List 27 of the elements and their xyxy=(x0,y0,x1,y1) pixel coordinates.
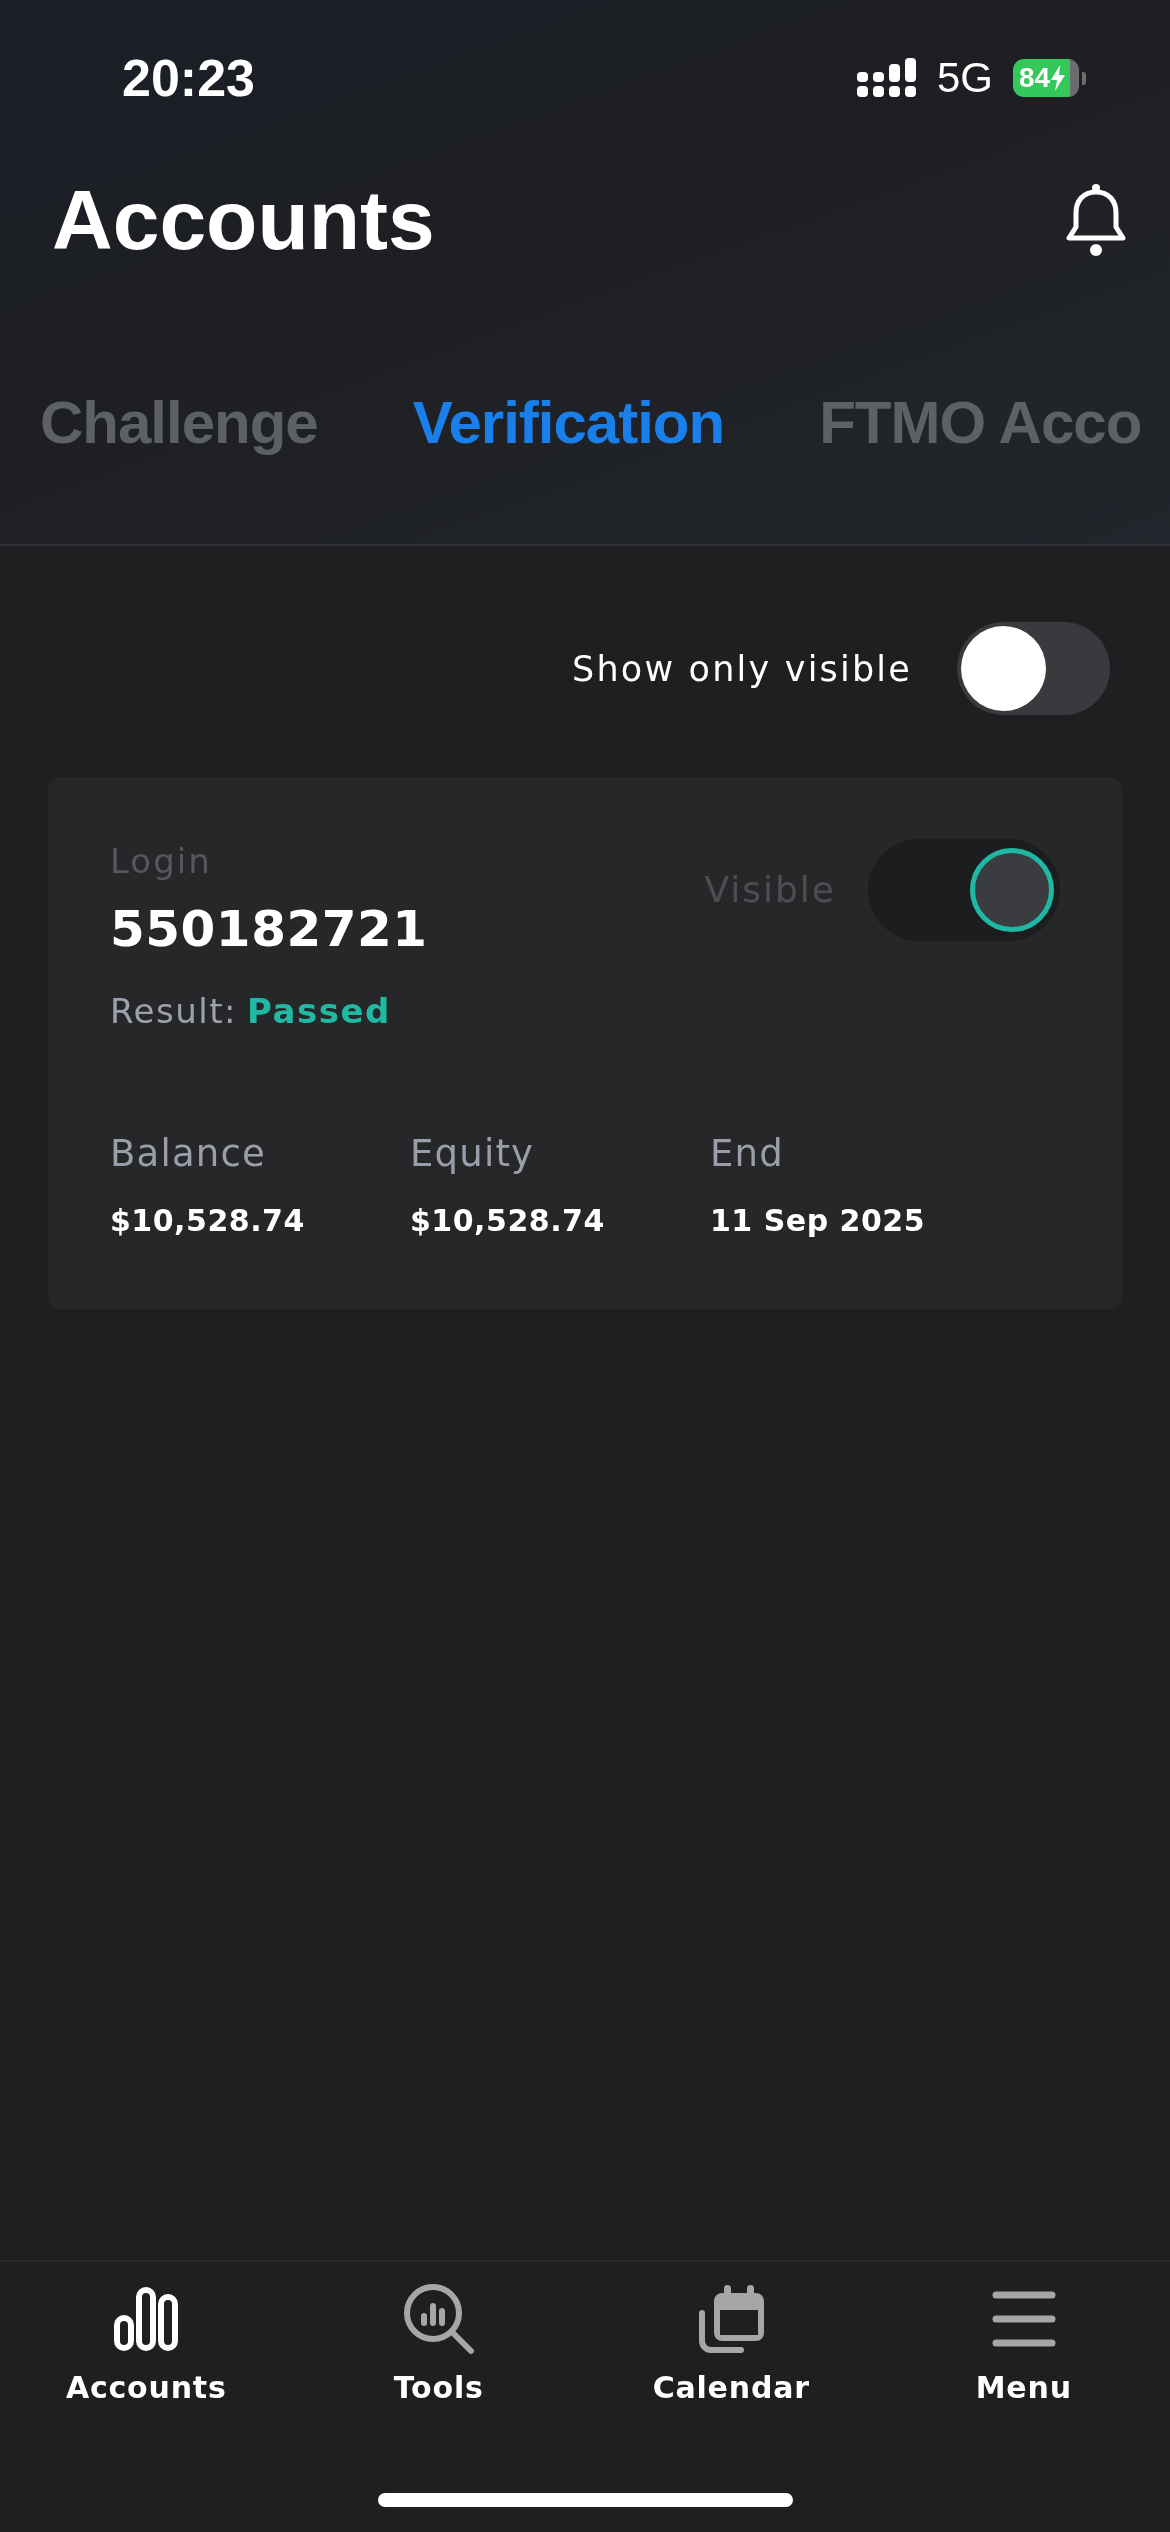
status-time: 20:23 xyxy=(122,52,255,104)
filter-label: Show only visible xyxy=(572,647,912,691)
stat-label: End xyxy=(710,1131,785,1177)
signal-icon xyxy=(856,58,917,98)
tab[interactable]: Verification xyxy=(412,388,725,458)
stat-value: 11 Sep 2025 xyxy=(710,1202,927,1240)
stat-value: $10,528.74 xyxy=(410,1202,606,1240)
result-label: Result: xyxy=(110,990,237,1033)
network-type: 5G xyxy=(936,57,993,99)
nav-tab[interactable]: Calendar xyxy=(652,2283,810,2408)
stat-value: $10,528.74 xyxy=(110,1202,306,1240)
page-title: Accounts xyxy=(52,173,435,267)
battery-percent: 84 xyxy=(1019,64,1051,92)
login-number: 550182721 xyxy=(110,899,428,960)
bell-icon[interactable] xyxy=(1064,183,1128,257)
toggle-thumb[interactable] xyxy=(970,848,1054,932)
stat-label: Equity xyxy=(410,1131,536,1177)
stat-label: Balance xyxy=(110,1131,267,1177)
search-icon xyxy=(402,2283,475,2355)
nav-tab[interactable]: Accounts xyxy=(65,2283,227,2408)
bar-chart-icon xyxy=(114,2287,179,2351)
nav-tab[interactable]: Tools xyxy=(393,2283,484,2408)
menu-icon xyxy=(991,2291,1056,2347)
toggle-thumb[interactable] xyxy=(961,626,1046,711)
nav-tab[interactable]: Menu xyxy=(975,2283,1072,2408)
battery-cap xyxy=(1082,71,1086,85)
result-value: Passed xyxy=(247,990,391,1033)
